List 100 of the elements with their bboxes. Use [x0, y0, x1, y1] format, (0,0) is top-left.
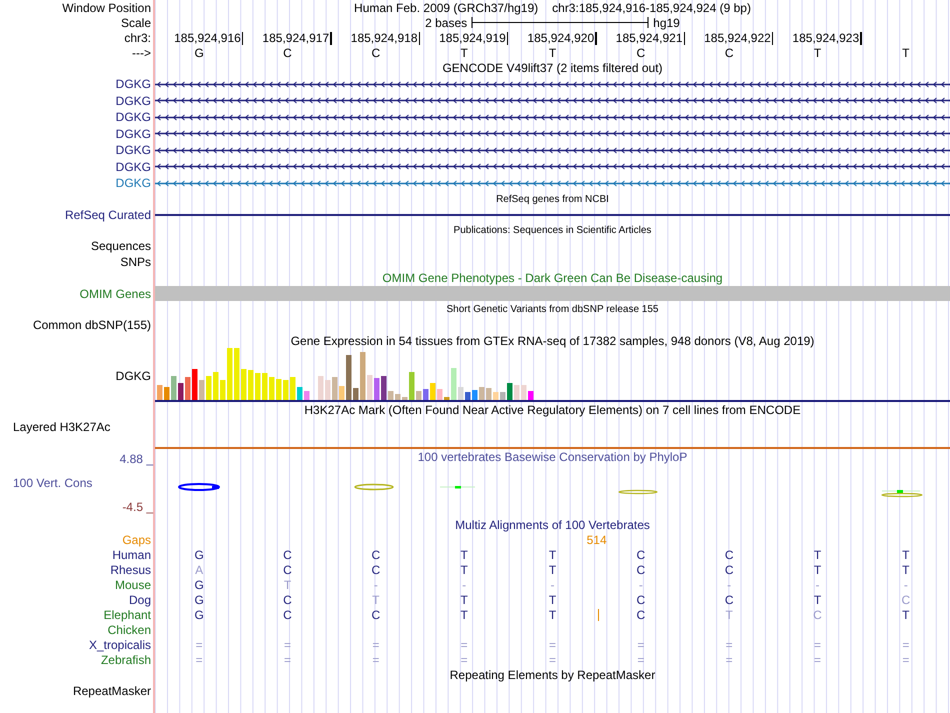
- track-label[interactable]: 100 Vert. Cons: [0, 476, 92, 490]
- track-label[interactable]: RepeatMasker: [72, 684, 151, 698]
- base-letter: =: [637, 638, 644, 652]
- base-letter: C: [636, 562, 646, 576]
- base-letter: =: [902, 652, 910, 666]
- base-letter: T: [548, 592, 556, 606]
- position-text: chr3:185,924,916-185,924,924 (9 bp): [552, 0, 751, 14]
- track-label[interactable]: DGKG: [116, 143, 151, 158]
- track-title: Publications: Sequences in Scientific Articles: [454, 225, 652, 236]
- track-label[interactable]: DGKG: [116, 77, 151, 92]
- base-letter: -: [904, 578, 908, 592]
- base-letter: C: [724, 46, 734, 60]
- base-letter: =: [372, 652, 380, 666]
- track-label[interactable]: Common dbSNP(155): [32, 318, 151, 332]
- base-letter: T: [284, 578, 292, 592]
- coordinate-label: 185,924,917: [262, 31, 330, 45]
- base-letter: A: [195, 562, 204, 576]
- track-title: Gene Expression in 54 tissues from GTEx RNA-seq of 17382 samples, 948 donors (V8, Aug 2019): [290, 334, 814, 348]
- track-label[interactable]: Mouse: [114, 578, 151, 592]
- ruler-tick: [595, 32, 597, 44]
- row-label: --->: [132, 46, 151, 60]
- coordinate-label: 185,924,916: [174, 31, 241, 45]
- row-label: chr3:: [124, 31, 151, 45]
- base-letter: T: [814, 548, 822, 562]
- base-letter: C: [636, 608, 646, 622]
- conservation-mark: [178, 483, 220, 491]
- base-letter: =: [726, 652, 733, 666]
- base-letter: T: [548, 548, 556, 562]
- track-label[interactable]: Dog: [128, 592, 151, 606]
- track-label[interactable]: DGKG: [116, 176, 151, 190]
- track-label[interactable]: Human: [112, 548, 151, 562]
- track-label[interactable]: Zebrafish: [100, 652, 151, 666]
- base-letter: C: [371, 608, 380, 622]
- base-letter: C: [724, 548, 734, 562]
- conservation-mark: [440, 486, 476, 488]
- axis-max-label: 4.88 _: [120, 452, 153, 466]
- axis-min-label: -4.5 _: [122, 500, 153, 514]
- base-letter: -: [815, 578, 820, 592]
- ruler-tick: [772, 32, 774, 44]
- base-letter: -: [374, 578, 378, 592]
- base-letter: T: [372, 592, 380, 606]
- base-letter: T: [460, 592, 468, 606]
- base-letter: =: [726, 638, 733, 652]
- ruler-tick: [860, 32, 862, 44]
- base-letter: C: [371, 548, 380, 562]
- base-letter: -: [462, 578, 466, 592]
- track-title: OMIM Gene Phenotypes - Dark Green Can Be Disease-causing: [382, 270, 723, 284]
- track-label[interactable]: DGKG: [116, 110, 151, 124]
- base-letter: C: [283, 562, 292, 576]
- base-letter: T: [814, 562, 822, 576]
- base-letter: C: [283, 608, 292, 622]
- base-letter: C: [724, 562, 734, 576]
- track-label[interactable]: SNPs: [120, 254, 151, 269]
- base-letter: =: [548, 652, 556, 666]
- track-title: RefSeq genes from NCBI: [496, 194, 609, 205]
- track-label[interactable]: DGKG: [116, 126, 151, 141]
- track-label[interactable]: Sequences: [90, 239, 151, 254]
- base-letter: C: [724, 592, 734, 606]
- track-label[interactable]: Chicken: [108, 622, 151, 636]
- base-letter: =: [548, 638, 556, 652]
- base-letter: =: [814, 638, 821, 652]
- track-label[interactable]: DGKG: [116, 160, 151, 174]
- base-letter: =: [460, 652, 468, 666]
- base-letter: C: [636, 592, 646, 606]
- base-letter: =: [196, 638, 203, 652]
- base-letter: C: [283, 548, 292, 562]
- base-letter: G: [194, 548, 204, 562]
- track-label[interactable]: X_tropicalis: [88, 638, 151, 652]
- base-letter: -: [550, 578, 554, 592]
- base-letter: G: [194, 608, 204, 622]
- coordinate-label: 185,924,919: [439, 31, 506, 45]
- base-letter: T: [902, 548, 910, 562]
- conservation-mark: [354, 484, 394, 490]
- base-letter: C: [283, 592, 292, 606]
- track-label[interactable]: RefSeq Curated: [64, 208, 151, 222]
- base-letter: T: [460, 608, 468, 622]
- base-letter: G: [194, 592, 204, 606]
- base-letter: =: [902, 638, 910, 652]
- ruler-tick: [242, 32, 244, 44]
- row-label: Scale: [120, 16, 151, 30]
- track-title: Short Genetic Variants from dbSNP release 155: [446, 304, 658, 315]
- track-label[interactable]: DGKG: [116, 368, 151, 382]
- track-label[interactable]: DGKG: [116, 94, 151, 108]
- base-letter: C: [901, 592, 910, 606]
- track-label[interactable]: OMIM Genes: [80, 286, 151, 300]
- gap-count: 514: [586, 533, 607, 547]
- track-label[interactable]: Elephant: [104, 608, 151, 622]
- base-letter: -: [727, 578, 732, 592]
- base-letter: T: [902, 46, 910, 60]
- conservation-mark: [618, 490, 658, 494]
- base-letter: C: [636, 548, 646, 562]
- base-letter: T: [460, 562, 468, 576]
- track-label[interactable]: Layered H3K27Ac: [13, 420, 110, 434]
- row-label: Window Position: [62, 0, 151, 14]
- base-letter: -: [638, 578, 643, 592]
- base-letter: C: [813, 608, 822, 622]
- conservation-mark: [881, 490, 923, 498]
- ruler-tick: [330, 32, 332, 44]
- base-letter: G: [194, 46, 204, 60]
- track-label[interactable]: Rhesus: [110, 562, 151, 576]
